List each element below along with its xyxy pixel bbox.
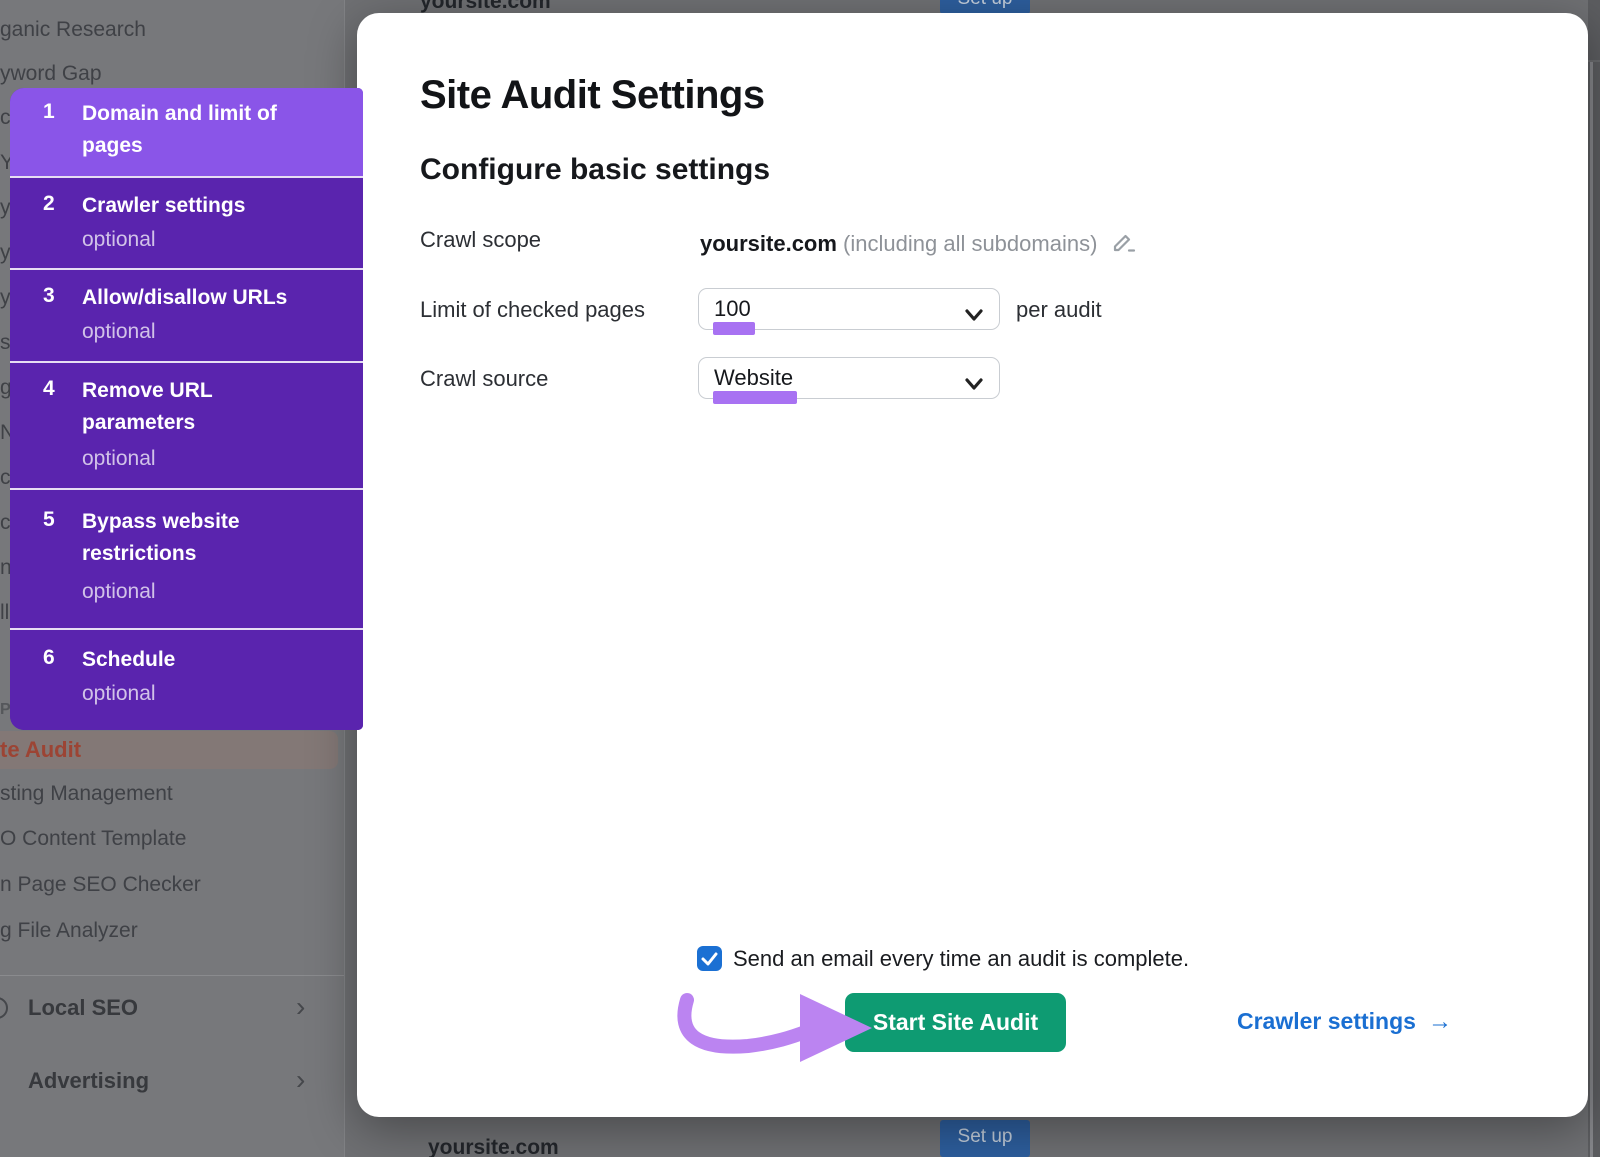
step-optional-label: optional <box>82 447 156 471</box>
sidebar-item-fragment[interactable]: c <box>0 106 11 130</box>
sidebar-group-local-seo[interactable]: Local SEO › <box>0 995 345 1035</box>
step-optional-label: optional <box>82 682 156 706</box>
sidebar-item-listing-management[interactable]: sting Management <box>0 782 173 806</box>
sidebar-divider <box>0 975 345 976</box>
step-schedule[interactable]: 6 Schedule optional <box>10 628 363 730</box>
setup-button-top[interactable]: Set up <box>940 0 1030 14</box>
step-title: Domain and limit of pages <box>82 98 302 162</box>
step-crawler-settings[interactable]: 2 Crawler settings optional <box>10 176 363 268</box>
step-number: 2 <box>43 192 55 216</box>
sidebar-item-on-page-seo-checker[interactable]: n Page SEO Checker <box>0 873 201 897</box>
email-checkbox[interactable] <box>697 946 722 971</box>
sidebar-group-advertising[interactable]: + Advertising › <box>0 1068 345 1108</box>
email-checkbox-label: Send an email every time an audit is com… <box>733 946 1189 972</box>
sidebar-item-site-audit[interactable]: te Audit <box>0 737 81 763</box>
step-title: Bypass website restrictions <box>82 506 282 570</box>
wizard-steps-panel: 1 Domain and limit of pages 2 Crawler se… <box>10 88 363 730</box>
modal-title: Site Audit Settings <box>420 73 765 118</box>
crawler-settings-link[interactable]: Crawler settings → <box>1237 1008 1452 1036</box>
crawl-source-label: Crawl source <box>420 366 548 392</box>
step-title: Allow/disallow URLs <box>82 282 302 314</box>
sidebar-item-keyword-gap[interactable]: yword Gap <box>0 62 102 86</box>
step-remove-url-parameters[interactable]: 4 Remove URL parameters optional <box>10 361 363 488</box>
per-audit-label: per audit <box>1016 297 1102 323</box>
arrow-right-icon: → <box>1428 1008 1452 1035</box>
step-number: 3 <box>43 284 55 308</box>
sidebar-item-log-file-analyzer[interactable]: g File Analyzer <box>0 919 138 943</box>
crawl-scope-value: yoursite.com (including all subdomains) <box>700 225 1130 257</box>
step-title: Remove URL parameters <box>82 375 272 439</box>
vertical-scrollbar[interactable] <box>1590 62 1593 1157</box>
sidebar-item-fragment[interactable]: y <box>0 241 11 265</box>
crawl-scope-note: (including all subdomains) <box>837 231 1097 256</box>
chevron-down-icon <box>963 299 985 339</box>
step-optional-label: optional <box>82 228 156 252</box>
crawl-scope-label: Crawl scope <box>420 227 541 253</box>
step-number: 6 <box>43 646 55 670</box>
modal-subtitle: Configure basic settings <box>420 153 770 187</box>
step-allow-disallow-urls[interactable]: 3 Allow/disallow URLs optional <box>10 268 363 361</box>
sidebar-item-seo-content-template[interactable]: O Content Template <box>0 827 186 851</box>
step-bypass-website-restrictions[interactable]: 5 Bypass website restrictions optional <box>10 488 363 628</box>
sidebar-item-organic-research[interactable]: ganic Research <box>0 18 146 42</box>
sidebar-item-fragment[interactable]: y <box>0 286 11 310</box>
crawl-scope-domain: yoursite.com <box>700 231 837 256</box>
sidebar-item-fragment[interactable]: c <box>0 511 11 535</box>
background-project-domain: yoursite.com <box>420 0 551 14</box>
setup-button-bottom[interactable]: Set up <box>940 1120 1030 1157</box>
background-project-domain: yoursite.com <box>428 1136 559 1157</box>
step-number: 4 <box>43 377 55 401</box>
step-number: 1 <box>43 100 55 124</box>
limit-of-checked-pages-label: Limit of checked pages <box>420 297 645 323</box>
annotation-highlight-bar <box>713 391 797 404</box>
step-title: Schedule <box>82 644 302 676</box>
chevron-right-icon: › <box>296 991 305 1023</box>
sidebar-item-fragment[interactable]: s <box>0 331 11 355</box>
step-number: 5 <box>43 508 55 532</box>
start-site-audit-button[interactable]: Start Site Audit <box>845 993 1066 1052</box>
step-domain-and-limit[interactable]: 1 Domain and limit of pages <box>10 88 363 176</box>
source-selected-value: Website <box>714 365 793 390</box>
step-optional-label: optional <box>82 320 156 344</box>
limit-selected-value: 100 <box>714 296 751 321</box>
sidebar-group-label: Advertising <box>28 1068 149 1094</box>
local-seo-icon <box>0 997 8 1019</box>
step-optional-label: optional <box>82 580 156 604</box>
crawler-settings-link-label: Crawler settings <box>1237 1008 1416 1034</box>
sidebar-item-fragment[interactable]: y <box>0 196 11 220</box>
chevron-right-icon: › <box>296 1064 305 1096</box>
sidebar-item-fragment[interactable]: c <box>0 466 11 490</box>
step-title: Crawler settings <box>82 190 302 222</box>
edit-pencil-icon[interactable] <box>1110 229 1136 261</box>
screen: yoursite.com Set up ganic Research yword… <box>0 0 1600 1157</box>
site-audit-settings-modal: Site Audit Settings Configure basic sett… <box>357 13 1588 1117</box>
chevron-down-icon <box>963 368 985 408</box>
annotation-highlight-bar <box>713 322 755 335</box>
sidebar-item-fragment[interactable]: ll <box>0 601 9 625</box>
sidebar-group-label: Local SEO <box>28 995 138 1021</box>
